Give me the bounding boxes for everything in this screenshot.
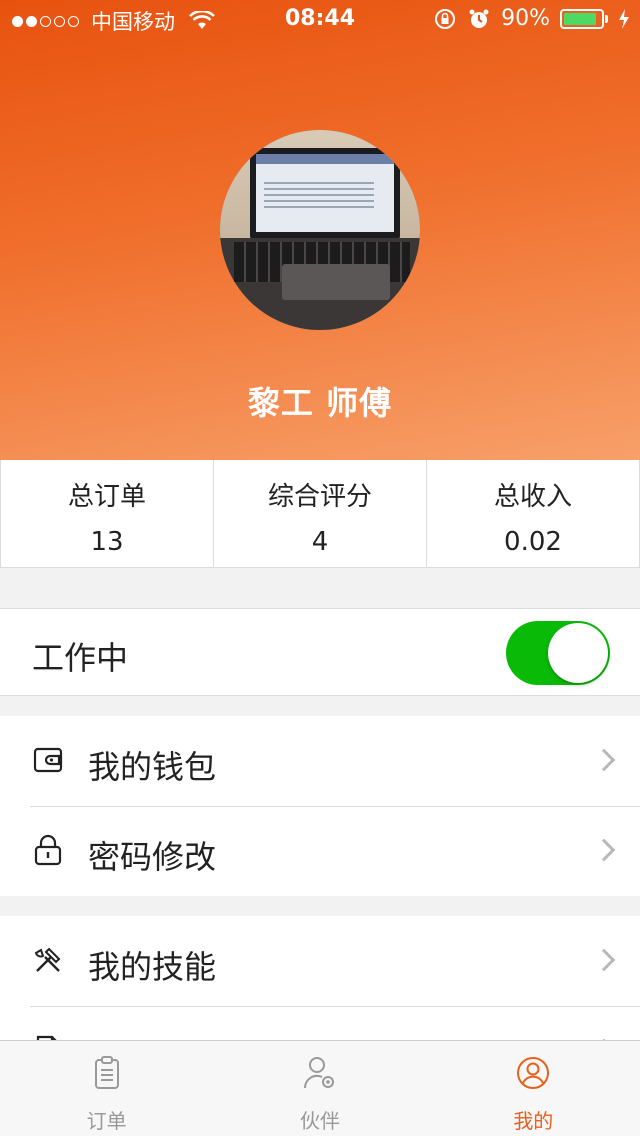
wallet-icon — [33, 747, 63, 773]
profile-screen: 中国移动 08:44 90% 黎工 师傅 总订单 13 综合评分 4 总收入 0… — [0, 0, 640, 1136]
stat-total-orders[interactable]: 总订单 13 — [1, 460, 214, 567]
charging-icon — [619, 8, 629, 29]
work-status-row: 工作中 — [0, 608, 640, 696]
lock-icon — [34, 834, 62, 866]
chevron-right-icon — [592, 948, 616, 972]
tab-label: 伙伴 — [299, 1109, 340, 1133]
tab-orders[interactable]: 订单 — [0, 1041, 213, 1136]
partner-icon — [303, 1057, 334, 1089]
toggle-knob — [548, 623, 608, 683]
status-right: 90% — [433, 6, 630, 31]
battery-percent: 90% — [501, 6, 550, 31]
profile-header: 中国移动 08:44 90% 黎工 师傅 — [0, 0, 640, 460]
stat-value: 13 — [90, 527, 124, 557]
menu-item-my-skills[interactable]: 我的技能 — [0, 916, 640, 1006]
avatar[interactable] — [220, 130, 420, 330]
tab-label: 订单 — [86, 1109, 127, 1133]
menu-label: 我的技能 — [88, 948, 217, 986]
rotation-lock-icon — [435, 8, 456, 29]
menu-group-account: 我的钱包 密码修改 — [0, 716, 640, 896]
chevron-right-icon — [592, 838, 616, 862]
stat-value: 4 — [311, 527, 329, 557]
menu-label: 密码修改 — [88, 838, 217, 876]
tab-partners[interactable]: 伙伴 — [213, 1041, 426, 1136]
stat-value: 0.02 — [504, 527, 562, 557]
menu-item-wallet[interactable]: 我的钱包 — [0, 716, 640, 806]
alarm-icon — [469, 9, 489, 28]
menu-item-change-password[interactable]: 密码修改 — [0, 806, 640, 896]
stats-panel: 总订单 13 综合评分 4 总收入 0.02 — [0, 460, 640, 568]
work-status-label: 工作中 — [32, 639, 129, 677]
stat-overall-rating[interactable]: 综合评分 4 — [214, 460, 427, 567]
tab-label: 我的 — [513, 1109, 554, 1133]
stat-total-income[interactable]: 总收入 0.02 — [427, 460, 640, 567]
clipboard-icon — [94, 1056, 119, 1089]
tab-me[interactable]: 我的 — [427, 1041, 640, 1136]
work-status-toggle[interactable] — [506, 621, 610, 685]
tools-icon — [34, 947, 61, 972]
stat-label: 总订单 — [67, 482, 146, 512]
stat-label: 综合评分 — [267, 482, 372, 512]
user-name: 黎工 师傅 — [247, 384, 393, 422]
status-bar: 中国移动 08:44 90% — [0, 0, 640, 40]
chevron-right-icon — [592, 748, 616, 772]
stat-label: 总收入 — [493, 482, 572, 512]
tab-bar: 订单 伙伴 我的 — [0, 1040, 640, 1136]
menu-label: 我的钱包 — [88, 748, 217, 786]
battery-icon — [560, 8, 608, 29]
user-icon — [517, 1057, 550, 1089]
